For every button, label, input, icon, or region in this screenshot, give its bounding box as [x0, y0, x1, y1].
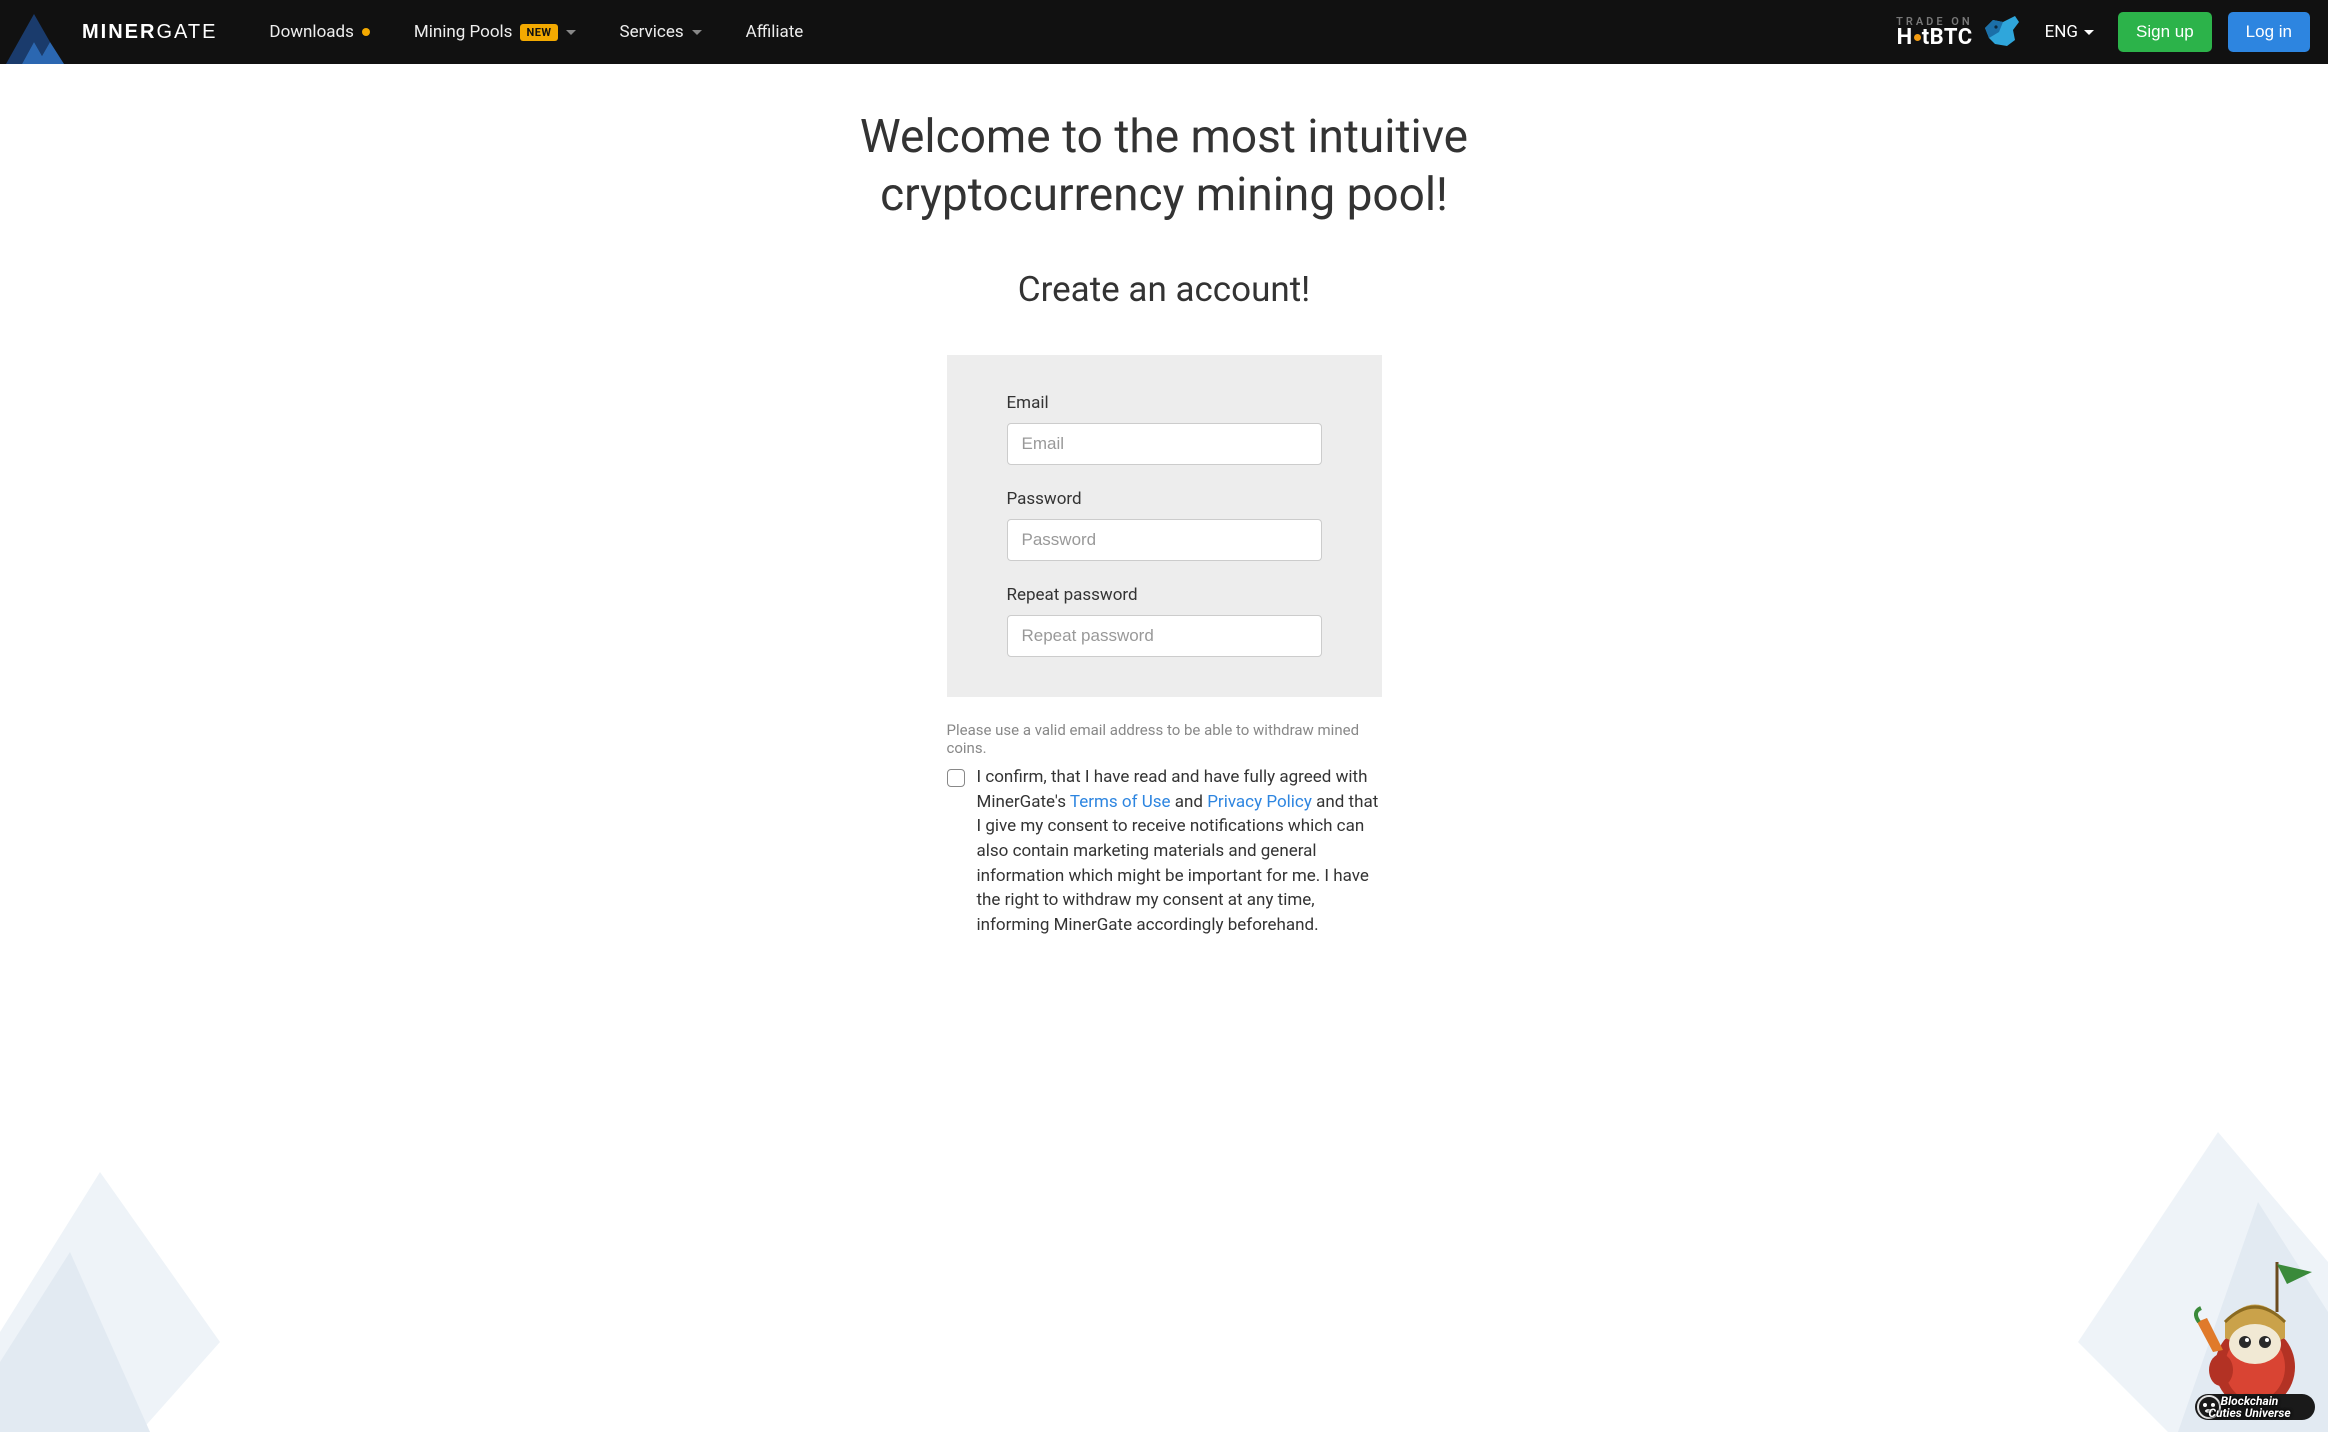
new-badge: NEW	[520, 24, 557, 41]
chevron-down-icon	[566, 30, 576, 35]
header-right: TRADE ON HtBTC ENG Sign up Log in	[1896, 12, 2318, 52]
bull-icon	[1981, 12, 2021, 52]
password-input[interactable]	[1007, 519, 1322, 561]
trade-on-text: TRADE ON HtBTC	[1896, 16, 1973, 49]
header: MinerGate Downloads Mining Pools NEW Ser…	[0, 0, 2328, 64]
email-label: Email	[1007, 393, 1322, 413]
decor-mountain-left-icon	[0, 1132, 360, 1432]
main-nav: Downloads Mining Pools NEW Services Affi…	[247, 0, 825, 64]
signup-form: Email Password Repeat password	[947, 355, 1382, 697]
status-dot-icon	[362, 28, 370, 36]
nav-mining-pools[interactable]: Mining Pools NEW	[392, 0, 598, 64]
chevron-down-icon	[2084, 30, 2094, 35]
login-button[interactable]: Log in	[2228, 12, 2310, 52]
repeat-password-input[interactable]	[1007, 615, 1322, 657]
dot-icon	[1914, 34, 1921, 41]
brand-text: MinerGate	[82, 21, 217, 44]
privacy-link[interactable]: Privacy Policy	[1207, 792, 1312, 812]
cuties-label: Blockchain Cuties Universe	[2177, 1395, 2322, 1420]
consent-checkbox[interactable]	[947, 769, 965, 787]
nav-affiliate[interactable]: Affiliate	[724, 0, 826, 64]
signup-button[interactable]: Sign up	[2118, 12, 2212, 52]
disclaimer-text: Please use a valid email address to be a…	[947, 721, 1382, 757]
logo[interactable]: MinerGate	[0, 0, 247, 64]
repeat-password-label: Repeat password	[1007, 585, 1322, 605]
terms-link[interactable]: Terms of Use	[1070, 792, 1171, 812]
password-label: Password	[1007, 489, 1322, 509]
logo-mountain-icon	[0, 0, 70, 64]
page-subtitle: Create an account!	[20, 269, 2308, 310]
blockchain-cuties-promo[interactable]: Blockchain Cuties Universe	[2177, 1252, 2322, 1426]
nav-services[interactable]: Services	[598, 0, 724, 64]
main-content: Welcome to the most intuitive cryptocurr…	[0, 64, 2328, 1037]
chevron-down-icon	[692, 30, 702, 35]
page-title: Welcome to the most intuitive cryptocurr…	[714, 109, 1614, 224]
nav-downloads[interactable]: Downloads	[247, 0, 391, 64]
email-input[interactable]	[1007, 423, 1322, 465]
trade-on-hitbtc[interactable]: TRADE ON HtBTC	[1896, 12, 2021, 52]
consent-text: I confirm, that I have read and have ful…	[977, 765, 1382, 937]
language-selector[interactable]: ENG	[2037, 22, 2102, 42]
